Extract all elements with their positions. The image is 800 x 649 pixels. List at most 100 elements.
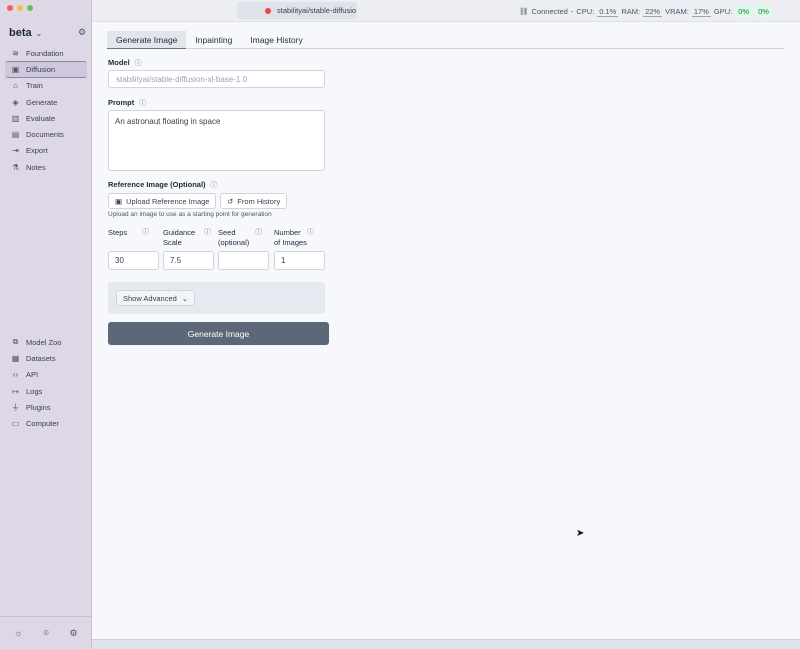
- bar-chart-icon: ▥: [11, 113, 20, 123]
- guidance-scale-input[interactable]: 7.5: [163, 251, 214, 270]
- shapes-icon: ◈: [12, 97, 19, 107]
- from-history-button[interactable]: ↺ From History: [220, 193, 288, 209]
- generate-image-button[interactable]: Generate Image: [108, 322, 329, 345]
- active-model-tab[interactable]: stabilityai/stable-diffusio: [237, 2, 357, 19]
- github-icon[interactable]: ⌾: [43, 628, 48, 639]
- sidebar-item-diffusion[interactable]: ▣ Diffusion: [5, 61, 87, 78]
- history-icon: ↺: [227, 196, 234, 206]
- export-icon: ⇥: [12, 146, 19, 156]
- reference-image-label: Reference Image (Optional) ⓘ: [108, 180, 218, 190]
- app-window: beta ⌄ ⚙ ≋ Foundation ▣ Diffusion ⌂ Trai…: [0, 0, 800, 649]
- number-of-images-value: 1: [281, 256, 286, 265]
- document-icon: ▤: [11, 130, 20, 140]
- steps-label: Steps ⓘ: [108, 228, 149, 238]
- guidance-scale-value: 7.5: [170, 256, 182, 265]
- logs-icon: ↦: [12, 386, 19, 396]
- tab-inpainting[interactable]: Inpainting: [186, 31, 241, 49]
- window-controls: [7, 5, 33, 11]
- prompt-value: An astronaut floating in space: [115, 117, 221, 126]
- ram-label: RAM:: [621, 7, 641, 16]
- graduation-cap-icon: ⌂: [13, 81, 18, 91]
- top-bar: stabilityai/stable-diffusio ⛓ Connected …: [92, 0, 800, 22]
- sidebar-item-datasets[interactable]: ▦ Datasets: [5, 350, 87, 366]
- number-of-images-label: Number of Images ⓘ: [274, 228, 314, 248]
- sidebar-item-train[interactable]: ⌂ Train: [5, 78, 87, 94]
- sidebar-item-label: Model Zoo: [26, 337, 62, 347]
- cpu-label: CPU:: [576, 7, 595, 16]
- param-label-line2: of Images: [274, 238, 307, 247]
- chevron-down-icon: ⌄: [181, 293, 189, 303]
- model-value: stabilityai/stable-diffusion-xl-base-1.0: [116, 74, 248, 84]
- reference-hint: Upload an image to use as a starting poi…: [108, 211, 272, 218]
- vram-label: VRAM:: [665, 7, 689, 16]
- vram-value: 17%: [691, 6, 711, 17]
- sidebar-item-documents[interactable]: ▤ Documents: [5, 126, 87, 142]
- cpu-value: 0.1%: [597, 6, 619, 17]
- experiment-selector[interactable]: beta ⌄: [9, 27, 42, 39]
- prompt-label-text: Prompt: [108, 98, 135, 107]
- gear-icon[interactable]: ⚙: [78, 27, 86, 38]
- theme-toggle-icon[interactable]: ☼: [14, 628, 22, 638]
- param-label-line1: Number: [274, 228, 301, 237]
- tab-bar: Generate Image Inpainting Image History: [107, 31, 784, 49]
- steps-input[interactable]: 30: [108, 251, 159, 270]
- param-label-line2: (optional): [218, 238, 250, 247]
- tab-image-history[interactable]: Image History: [241, 31, 311, 49]
- number-of-images-input[interactable]: 1: [274, 251, 325, 270]
- param-label-line1: Seed: [218, 228, 236, 237]
- history-button-label: From History: [237, 196, 281, 206]
- show-advanced-button[interactable]: Show Advanced ⌄: [116, 290, 196, 306]
- info-icon[interactable]: ⓘ: [135, 60, 142, 67]
- info-icon[interactable]: ⓘ: [204, 228, 211, 238]
- info-icon[interactable]: ⓘ: [142, 228, 149, 238]
- recording-dot-icon: [265, 7, 271, 14]
- sidebar-item-evaluate[interactable]: ▥ Evaluate: [5, 110, 87, 126]
- close-window-button[interactable]: [7, 5, 13, 11]
- sidebar-footer: ☼ ⌾ ⚙: [0, 616, 92, 649]
- upload-reference-button[interactable]: ▣ Upload Reference Image: [108, 193, 217, 209]
- info-icon[interactable]: ⓘ: [255, 228, 262, 238]
- system-status: ⛓ Connected - CPU: 0.1% RAM: 22% VRAM: 1…: [519, 6, 772, 17]
- prompt-textarea[interactable]: An astronaut floating in space: [108, 110, 325, 171]
- info-icon[interactable]: ⓘ: [139, 100, 146, 107]
- settings-gear-icon[interactable]: ⚙: [70, 628, 78, 639]
- sidebar-item-api[interactable]: ‹› API: [5, 367, 87, 383]
- show-advanced-label: Show Advanced: [123, 293, 177, 303]
- model-label-text: Model: [108, 58, 130, 67]
- sidebar-item-logs[interactable]: ↦ Logs: [5, 383, 87, 399]
- sidebar-item-label: Export: [26, 146, 48, 156]
- bottom-scrollbar[interactable]: [92, 639, 800, 649]
- model-label: Model ⓘ: [108, 58, 142, 68]
- seed-label: Seed (optional) ⓘ: [218, 228, 262, 248]
- sidebar-item-label: Evaluate: [26, 113, 56, 123]
- sidebar-item-label: Computer: [26, 419, 59, 429]
- database-icon: ▦: [11, 353, 20, 363]
- maximize-window-button[interactable]: [27, 5, 33, 11]
- sidebar-item-label: API: [26, 370, 39, 380]
- sidebar-item-label: Plugins: [26, 402, 51, 412]
- info-icon[interactable]: ⓘ: [211, 182, 218, 189]
- sidebar-item-label: Logs: [26, 386, 43, 396]
- sidebar-item-notes[interactable]: ⚗ Notes: [5, 159, 87, 175]
- sidebar-item-computer[interactable]: ▭ Computer: [5, 415, 87, 431]
- connection-status: Connected: [531, 7, 568, 16]
- sidebar-item-model-zoo[interactable]: ⧉ Model Zoo: [5, 334, 87, 350]
- sidebar-item-plugins[interactable]: ⏚ Plugins: [5, 399, 87, 415]
- boxes-icon: ⧉: [12, 337, 19, 347]
- monitor-icon: ▭: [11, 419, 20, 429]
- info-icon[interactable]: ⓘ: [307, 228, 314, 238]
- minimize-window-button[interactable]: [17, 5, 23, 11]
- reference-label-text: Reference Image (Optional): [108, 180, 206, 189]
- plug-icon: ⏚: [11, 402, 20, 412]
- experiment-name: beta: [9, 27, 32, 39]
- seed-input[interactable]: [218, 251, 269, 270]
- param-label-line1: Guidance: [163, 228, 196, 237]
- model-input[interactable]: stabilityai/stable-diffusion-xl-base-1.0: [108, 70, 325, 88]
- sidebar-item-export[interactable]: ⇥ Export: [5, 143, 87, 159]
- gpu-value-1: 0%: [735, 6, 753, 17]
- sidebar-item-generate[interactable]: ◈ Generate: [5, 94, 87, 110]
- tab-generate-image[interactable]: Generate Image: [107, 31, 187, 49]
- steps-value: 30: [115, 256, 124, 265]
- sidebar-item-label: Notes: [26, 162, 46, 172]
- sidebar-item-foundation[interactable]: ≋ Foundation: [5, 45, 87, 61]
